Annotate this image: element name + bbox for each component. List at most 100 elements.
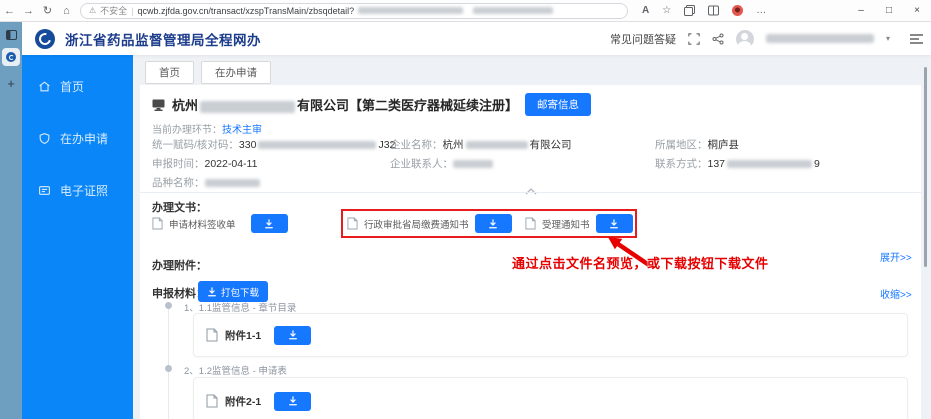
maximize-button[interactable]: □ [875,5,903,16]
collapse-link[interactable]: 收缩>> [880,286,912,301]
tab-in-progress[interactable]: 在办申请 [201,61,271,84]
user-avatar[interactable] [736,30,754,48]
collapse-chevron-icon[interactable] [525,182,537,200]
collections-icon[interactable] [684,5,695,16]
user-caret-down-icon[interactable]: ▾ [886,34,890,43]
split-screen-icon[interactable] [708,5,719,16]
attachment-card: 附件2-1 [193,377,908,419]
field-contact-phone: 联系方式：1379 [655,156,820,171]
file-icon [525,217,536,230]
current-step-value[interactable]: 技术主审 [222,125,262,136]
username-redacted [766,34,874,43]
favorites-icon[interactable]: ☆ [662,5,671,16]
field-region: 所属地区：桐庐县 [655,137,739,152]
company-name-redacted [200,101,295,113]
scrollbar-thumb[interactable] [924,67,927,267]
material-item-title: 1、1.1监管信息 - 章节目录 [184,300,296,314]
url-redacted-2 [473,7,553,14]
site-logo-icon [35,29,55,49]
home-icon [38,80,51,93]
certificate-icon [38,184,51,197]
browser-profile-icon[interactable] [732,5,743,16]
sidebar-item-label: 首页 [60,78,84,95]
site-header: 浙江省药品监督管理局全程网办 常见问题答疑 ▾ [22,22,931,55]
attachment-card: 附件1-1 [193,313,908,357]
download-icon [609,219,619,229]
field-company-name: 企业名称：杭州有限公司 [390,137,572,152]
address-bar[interactable]: ⚠ 不安全 | qcwb.zjfda.gov.cn/transact/xzspT… [80,3,628,19]
share-icon[interactable] [712,33,724,45]
attachments-section-label: 办理附件： [152,257,207,273]
app-sidebar: 首页 在办申请 电子证照 [22,55,133,419]
url-redacted [358,7,463,14]
back-icon[interactable]: ← [0,5,19,17]
monitor-icon [152,99,165,111]
file-icon [152,217,163,230]
download-icon [264,219,274,229]
application-title: 杭州有限公司【第二类医疗器械延续注册】 [172,95,518,114]
home-icon[interactable]: ⌂ [57,5,76,17]
refresh-icon[interactable]: ↻ [38,4,57,17]
close-button[interactable]: × [903,5,931,16]
document-name[interactable]: 行政审批省局缴费通知书 [364,217,469,231]
tab-panel-icon[interactable] [0,27,22,45]
active-tab-favicon[interactable] [2,48,20,66]
field-product-name: 品种名称： [152,175,260,190]
page-url: qcwb.zjfda.gov.cn/transact/xzspTransMain… [138,6,355,16]
document-name[interactable]: 申请材料签收单 [169,217,236,231]
timeline-line [168,307,169,419]
download-icon [488,219,498,229]
download-button[interactable] [475,214,512,233]
download-icon [288,330,298,340]
content-area: 首页 在办申请 杭州有限公司【第二类医疗器械延续注册】 邮寄信息 当前办理环节：… [133,55,931,419]
sidebar-item-label: 电子证照 [60,182,108,199]
download-button[interactable] [274,326,311,345]
more-menu-icon[interactable]: … [756,5,766,16]
sidebar-item-licenses[interactable]: 电子证照 [22,175,133,205]
download-button[interactable] [251,214,288,233]
page-menu-icon[interactable] [910,34,923,44]
application-detail-card: 杭州有限公司【第二类医疗器械延续注册】 邮寄信息 当前办理环节：技术主审 统一赋… [140,85,921,419]
document-item-receipt: 申请材料签收单 [152,214,288,233]
expand-link[interactable]: 展开>> [880,249,912,264]
site-title: 浙江省药品监督管理局全程网办 [65,29,261,49]
sidebar-item-home[interactable]: 首页 [22,71,133,101]
download-icon [207,287,217,297]
browser-toolbar: ← → ↻ ⌂ ⚠ 不安全 | qcwb.zjfda.gov.cn/transa… [0,0,931,22]
security-warning-icon: ⚠ [89,6,96,15]
faq-link[interactable]: 常见问题答疑 [610,31,676,47]
attachment-file-name[interactable]: 附件1-1 [225,328,261,343]
document-item-payment-notice: 行政审批省局缴费通知书 [347,214,512,233]
current-step-label: 当前办理环节： [152,125,222,136]
document-name[interactable]: 受理通知书 [542,217,590,231]
breadcrumb-tabs: 首页 在办申请 [145,61,271,84]
annotation-text: 通过点击文件名预览，或下载按钮下载文件 [512,253,769,272]
read-aloud-icon[interactable]: A [642,5,649,16]
material-item-title: 2、1.2监管信息 - 申请表 [184,363,287,377]
field-apply-date: 申报时间：2022-04-11 [152,156,257,171]
timeline-dot [165,365,172,372]
browser-vertical-tabbar: + [0,22,22,419]
sidebar-item-applications[interactable]: 在办申请 [22,123,133,153]
field-contact-person: 企业联系人： [390,156,493,171]
mail-info-button[interactable]: 邮寄信息 [525,93,591,116]
tab-home[interactable]: 首页 [145,61,194,84]
current-step: 当前办理环节：技术主审 [152,121,262,136]
download-button[interactable] [596,214,633,233]
forward-icon[interactable]: → [19,5,38,17]
section-divider [140,192,921,193]
new-tab-icon[interactable]: + [0,76,22,91]
fullscreen-icon[interactable] [688,33,700,45]
document-item-acceptance-notice: 受理通知书 [525,214,633,233]
file-icon [206,328,218,342]
download-button[interactable] [274,392,311,411]
minimize-button[interactable]: – [847,5,875,16]
attachment-file-name[interactable]: 附件2-1 [225,394,261,409]
shield-icon [38,132,51,145]
download-icon [288,396,298,406]
security-label: 不安全 [100,4,127,17]
package-download-button[interactable]: 打包下载 [198,281,268,302]
timeline-dot [165,302,172,309]
sidebar-item-label: 在办申请 [60,130,108,147]
field-unified-code: 统一赋码/核对码：330J32 [152,137,395,152]
